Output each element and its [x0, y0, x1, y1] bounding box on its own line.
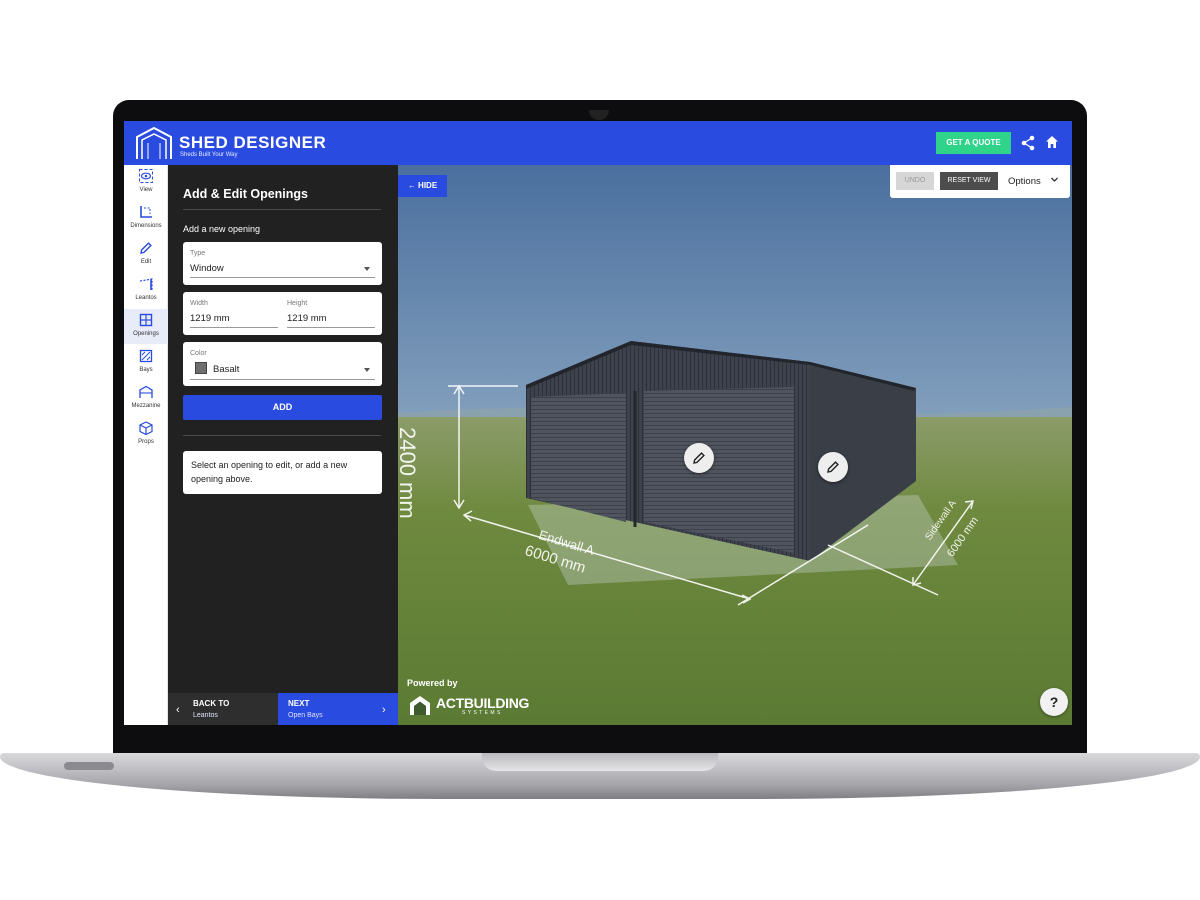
- app-header: SHED DESIGNER Sheds Built Your Way GET A…: [124, 121, 1072, 165]
- add-opening-button[interactable]: ADD: [183, 395, 382, 420]
- width-label: Width: [190, 300, 208, 307]
- color-swatch: [195, 362, 207, 374]
- act-brand-sub: SYSTEMS: [462, 710, 503, 716]
- height-field[interactable]: 1219 mm: [287, 313, 327, 324]
- rail-item-label: Dimensions: [130, 223, 162, 229]
- brand-subtitle: Sheds Built Your Way: [180, 152, 238, 158]
- powered-by-label: Powered by: [407, 678, 458, 688]
- next-subtitle: Open Bays: [288, 712, 323, 719]
- home-icon[interactable]: [1045, 135, 1059, 149]
- panel-subtitle: Add a new opening: [183, 224, 261, 234]
- rail-item-dimensions[interactable]: Dimensions: [124, 201, 168, 236]
- tool-rail: View Dimensions Edit Leantos Openings Ba…: [124, 165, 168, 725]
- panel-title: Add & Edit Openings: [183, 187, 308, 201]
- act-logo-icon: [410, 696, 430, 715]
- eye-icon: [139, 169, 153, 183]
- edit-opening-button[interactable]: [818, 452, 848, 482]
- brand-title: SHED DESIGNER: [179, 133, 327, 152]
- rail-item-mezzanine[interactable]: Mezzanine: [124, 381, 168, 416]
- type-underline: [190, 277, 375, 278]
- back-title: BACK TO: [193, 699, 230, 708]
- hide-panel-button[interactable]: ← HIDE: [398, 175, 447, 197]
- rail-item-bays[interactable]: Bays: [124, 345, 168, 380]
- help-button[interactable]: ?: [1040, 688, 1068, 716]
- rail-item-view[interactable]: View: [124, 165, 168, 200]
- chevron-right-icon: ›: [382, 704, 386, 716]
- chevron-down-icon: [364, 368, 370, 372]
- rail-item-edit[interactable]: Edit: [124, 237, 168, 272]
- pencil-icon: [693, 452, 705, 464]
- get-a-quote-button[interactable]: GET A QUOTE: [936, 132, 1011, 154]
- rail-item-label: View: [139, 187, 153, 193]
- back-button[interactable]: ‹ BACK TO Leantos: [168, 693, 278, 725]
- color-select[interactable]: Color Basalt: [183, 342, 382, 386]
- rail-item-props[interactable]: Props: [124, 417, 168, 452]
- act-building-logo: ACTBUILDING SYSTEMS: [408, 694, 544, 718]
- rail-item-label: Props: [138, 439, 154, 445]
- reset-view-button[interactable]: RESET VIEW: [940, 172, 998, 190]
- width-field[interactable]: 1219 mm: [190, 313, 230, 324]
- edit-opening-button[interactable]: [684, 443, 714, 473]
- next-title: NEXT: [288, 699, 310, 708]
- pencil-icon: [140, 242, 152, 254]
- shed-logo-icon: [136, 126, 172, 159]
- rail-item-label: Openings: [133, 331, 159, 337]
- height-label: Height: [287, 300, 308, 307]
- color-label: Color: [190, 350, 207, 357]
- chevron-left-icon: ‹: [176, 704, 180, 716]
- mezzanine-icon: [139, 385, 153, 398]
- back-subtitle: Leantos: [193, 712, 218, 719]
- app-screen: SHED DESIGNER Sheds Built Your Way GET A…: [124, 121, 1072, 725]
- type-select[interactable]: Type Window: [183, 242, 382, 285]
- bays-icon: [139, 349, 153, 363]
- act-brand-name: ACTBUILDING: [436, 695, 530, 711]
- openings-icon: [139, 313, 153, 327]
- rail-item-label: Leantos: [135, 295, 157, 301]
- laptop-notch: [482, 753, 718, 771]
- rail-item-label: Edit: [140, 259, 152, 265]
- cube-icon: [139, 421, 153, 435]
- chevron-down-icon: [364, 267, 370, 271]
- view-toolbar: UNDO RESET VIEW Options: [890, 165, 1070, 198]
- rail-item-leantos[interactable]: Leantos: [124, 273, 168, 308]
- dimensions-icon: [140, 206, 152, 218]
- pencil-icon: [827, 461, 839, 473]
- panel-divider: [183, 435, 381, 436]
- edit-hint: Select an opening to edit, or add a new …: [183, 451, 382, 494]
- type-value: Window: [190, 263, 224, 274]
- rail-item-label: Mezzanine: [131, 403, 161, 409]
- openings-panel: Add & Edit Openings Add a new opening Ty…: [168, 165, 398, 725]
- width-underline: [190, 327, 278, 328]
- type-label: Type: [190, 250, 206, 257]
- 3d-viewport[interactable]: 2400 mm Endwall A 6000 mm Sidewall A 600…: [398, 165, 1072, 725]
- shed-scene: [398, 165, 1072, 725]
- height-underline: [287, 327, 375, 328]
- size-fields: Width 1219 mm Height 1219 mm: [183, 292, 382, 335]
- undo-button[interactable]: UNDO: [896, 172, 934, 190]
- color-underline: [190, 379, 375, 380]
- rail-item-openings[interactable]: Openings: [124, 309, 168, 344]
- laptop-port: [64, 762, 114, 770]
- leanto-icon: [139, 278, 153, 290]
- chevron-down-icon[interactable]: [1050, 175, 1059, 184]
- options-menu[interactable]: Options: [1008, 176, 1041, 187]
- color-value: Basalt: [213, 364, 240, 375]
- rail-item-label: Bays: [139, 367, 153, 373]
- next-button[interactable]: NEXT Open Bays ›: [278, 693, 398, 725]
- panel-divider: [183, 209, 381, 210]
- share-icon[interactable]: [1021, 135, 1035, 151]
- height-dimension: 2400 mm: [398, 427, 420, 519]
